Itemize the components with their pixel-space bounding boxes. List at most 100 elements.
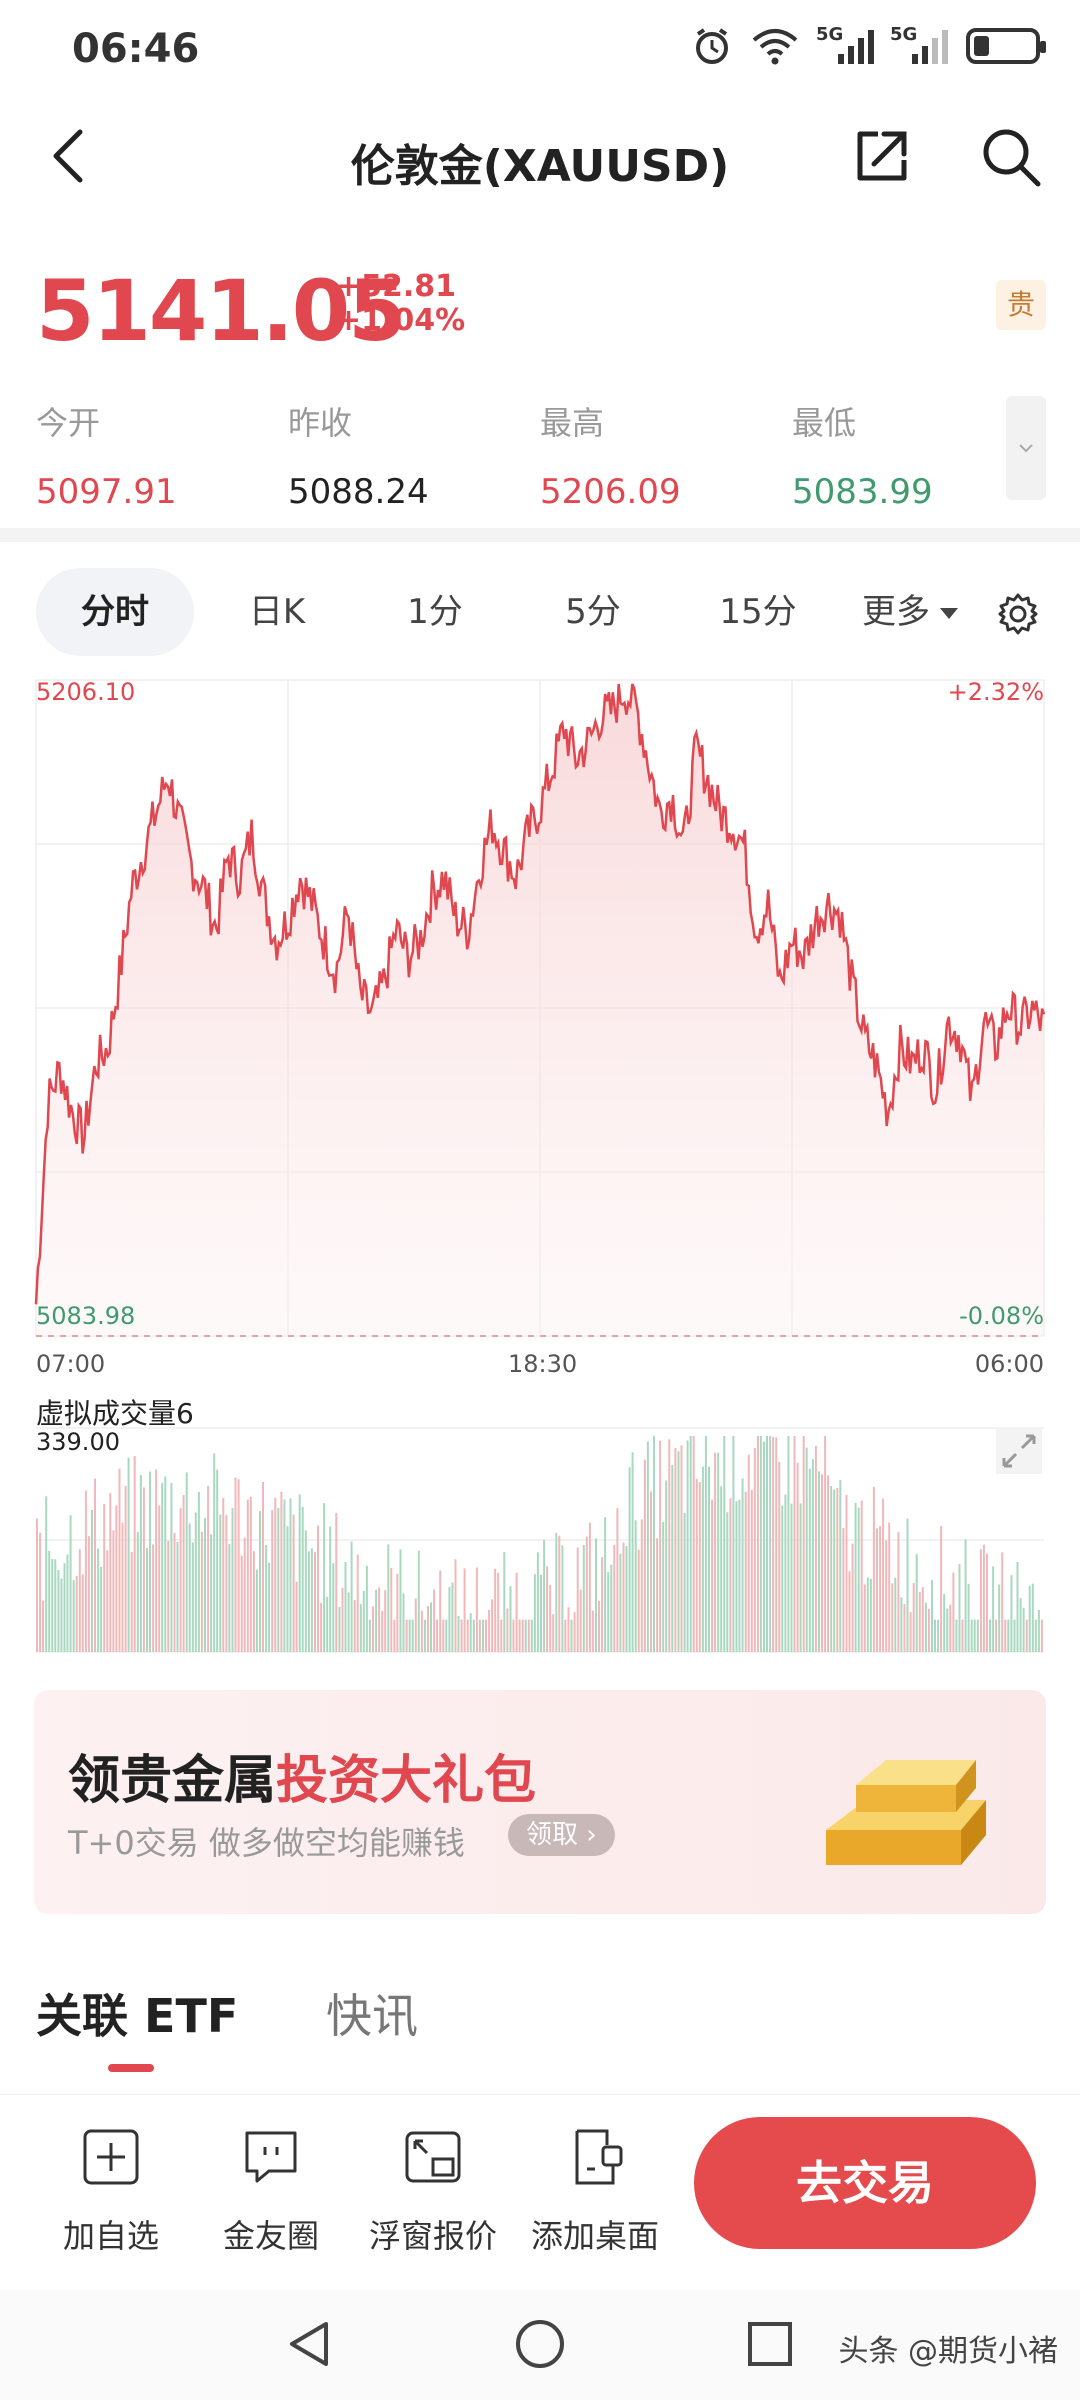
volume-bar [133, 1456, 136, 1652]
floating-quote-button[interactable]: 浮窗报价 [358, 2125, 508, 2257]
volume-bar [307, 1551, 310, 1652]
volume-bar [326, 1596, 329, 1652]
volume-bar [460, 1619, 463, 1652]
tab-more[interactable]: 更多 [850, 568, 970, 656]
volume-bar [393, 1619, 396, 1652]
volume-bar [894, 1577, 897, 1652]
volume-bar [213, 1453, 216, 1652]
expand-stats-button[interactable] [1006, 396, 1046, 500]
volume-bar [857, 1507, 860, 1652]
volume-bar [543, 1539, 546, 1652]
add-to-desktop-button[interactable]: 添加桌面 [520, 2125, 670, 2257]
volume-bar [280, 1491, 283, 1652]
volume-bar [448, 1587, 451, 1652]
volume-bar [576, 1547, 579, 1652]
promo-banner[interactable]: 领贵金属投资大礼包 T+0交易 做多做空均能赚钱 领取 › [34, 1690, 1046, 1914]
tab-related-etf[interactable]: 关联 ETF [36, 1980, 238, 2046]
price-chart[interactable]: 5206.10 +2.32% 5083.98 -0.08% 07:00 18:3… [0, 670, 1080, 1670]
volume-bar [387, 1544, 390, 1652]
volume-bar [524, 1619, 527, 1652]
volume-bar [909, 1612, 912, 1652]
volume-bar [818, 1471, 820, 1652]
volume-bar [686, 1440, 689, 1652]
volume-bar [341, 1587, 344, 1652]
volume-bar [146, 1548, 148, 1652]
desktop-shortcut-icon [575, 2129, 623, 2185]
tab-news-flash[interactable]: 快讯 [326, 1980, 418, 2046]
gear-icon[interactable] [996, 592, 1040, 636]
volume-bar [78, 1549, 81, 1652]
volume-bar [677, 1451, 680, 1652]
add-watchlist-button[interactable]: 加自选 [36, 2125, 186, 2257]
volume-bar [283, 1499, 286, 1652]
toolbar-label: 浮窗报价 [368, 2217, 497, 2255]
volume-bar [726, 1512, 729, 1652]
volume-bar [558, 1535, 561, 1652]
nav-home-icon[interactable] [512, 2316, 568, 2372]
volume-bar [289, 1498, 292, 1652]
volume-bar [646, 1441, 649, 1652]
tab-daily-k[interactable]: 日K [212, 568, 342, 656]
volume-bar [830, 1486, 833, 1652]
volume-bar [659, 1440, 662, 1652]
claim-button[interactable]: 领取 › [508, 1814, 615, 1856]
volume-bar [469, 1613, 472, 1652]
plus-square-icon [83, 2129, 139, 2185]
search-icon[interactable] [978, 124, 1044, 190]
volume-bar [601, 1557, 604, 1652]
volume-bar [491, 1599, 494, 1652]
volume-bar [888, 1522, 891, 1652]
volume-bar [756, 1436, 759, 1652]
volume-bar [976, 1619, 979, 1652]
volume-bar [317, 1525, 319, 1652]
tab-5min[interactable]: 5分 [528, 568, 658, 656]
volume-bar [103, 1503, 106, 1652]
volume-bar [561, 1545, 564, 1652]
volume-bar [249, 1496, 252, 1652]
volume-bar [176, 1541, 179, 1652]
chat-bubble-icon [245, 2131, 297, 2183]
page-title: 伦敦金(XAUUSD) [350, 141, 730, 192]
volume-bar [127, 1457, 130, 1652]
volume-bar [338, 1607, 341, 1652]
volume-bar [741, 1478, 744, 1652]
trade-button[interactable]: 去交易 [694, 2117, 1036, 2249]
volume-bar [359, 1604, 362, 1652]
volume-bar [234, 1477, 237, 1652]
community-button[interactable]: 金友圈 [196, 2125, 346, 2257]
fullscreen-icon[interactable] [996, 1428, 1042, 1474]
volume-bar [167, 1540, 170, 1652]
volume-bar [778, 1461, 781, 1652]
volume-bar [323, 1503, 326, 1652]
volume-bar [414, 1598, 417, 1652]
tab-15min[interactable]: 15分 [688, 568, 828, 656]
volume-bar [640, 1519, 643, 1652]
volume-bar [124, 1486, 127, 1652]
tab-intraday[interactable]: 分时 [36, 568, 194, 656]
share-icon[interactable] [852, 126, 912, 186]
stat-value: 5097.91 [36, 472, 177, 512]
volume-bar [637, 1549, 640, 1652]
nav-recents-icon[interactable] [742, 2316, 798, 2372]
volume-bar [298, 1494, 301, 1652]
volume-bar [130, 1552, 133, 1652]
volume-bar [979, 1549, 982, 1652]
volume-bar [567, 1607, 570, 1652]
volume-bar [1022, 1607, 1025, 1652]
volume-bar [808, 1468, 811, 1652]
volume-bar [958, 1563, 961, 1652]
volume-bar [204, 1518, 206, 1652]
volume-bar [927, 1608, 930, 1652]
volume-bar [210, 1534, 213, 1652]
pct-max-label: +2.32% [947, 678, 1044, 706]
volume-bar [744, 1491, 747, 1652]
volume-bar [246, 1499, 249, 1652]
nav-back-icon[interactable] [282, 2316, 338, 2372]
volume-bar [921, 1587, 924, 1652]
volume-bar [1016, 1562, 1019, 1652]
tab-1min[interactable]: 1分 [370, 568, 500, 656]
volume-bar [891, 1583, 894, 1652]
volume-bar [1025, 1619, 1028, 1652]
volume-bar [332, 1563, 335, 1652]
volume-bar [439, 1570, 442, 1652]
